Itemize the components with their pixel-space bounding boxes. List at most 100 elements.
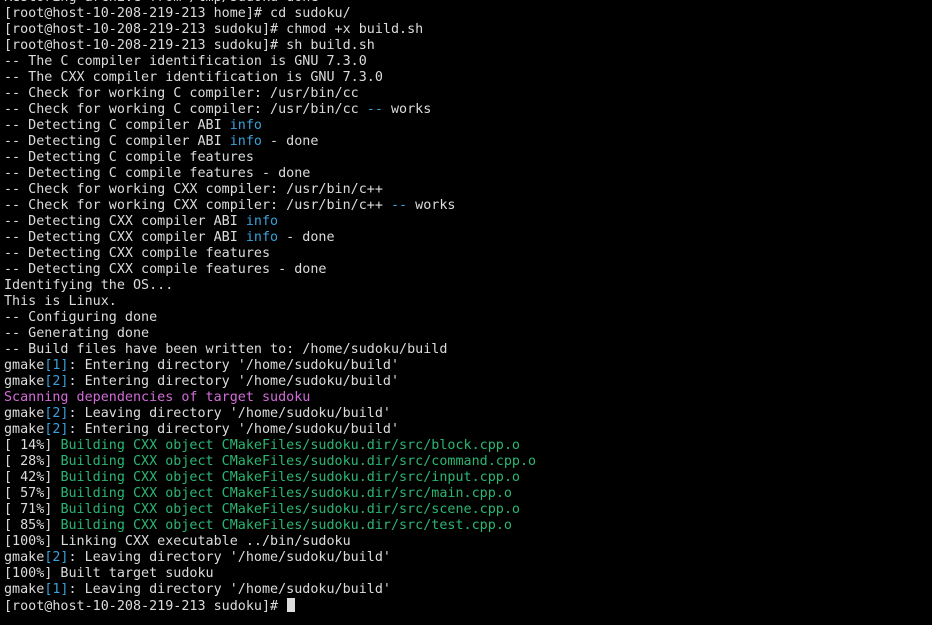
terminal-line: -- Detecting CXX compiler ABI info - don… (4, 230, 928, 246)
terminal-line: [100%] Built target sudoku (4, 566, 928, 582)
terminal-text-segment: -- Detecting C compile features (4, 150, 254, 165)
terminal-text-segment: gmake (4, 374, 45, 389)
terminal-cursor[interactable] (287, 598, 296, 612)
terminal-text-segment: works (407, 198, 456, 213)
terminal-line: -- Detecting C compile features - done (4, 166, 928, 182)
terminal-text-segment: [ 28%] (4, 454, 61, 469)
terminal-line: -- The CXX compiler identification is GN… (4, 70, 928, 86)
terminal-text-segment: [ 42%] (4, 470, 61, 485)
terminal-line: Identifying the OS... (4, 278, 928, 294)
terminal-text-segment: -- Detecting CXX compiler ABI (4, 230, 246, 245)
terminal-line: [ 71%] Building CXX object CMakeFiles/su… (4, 502, 928, 518)
terminal-line: [root@host-10-208-219-213 home]# cd sudo… (4, 6, 928, 22)
terminal-text-segment: info (229, 134, 262, 149)
terminal-line: [ 42%] Building CXX object CMakeFiles/su… (4, 470, 928, 486)
terminal-line: gmake[2]: Leaving directory '/home/sudok… (4, 550, 928, 566)
terminal-text-segment: - done (278, 230, 335, 245)
terminal-line: This is Linux. (4, 294, 928, 310)
terminal-line: -- Detecting C compile features (4, 150, 928, 166)
terminal-line: [ 14%] Building CXX object CMakeFiles/su… (4, 438, 928, 454)
terminal-text-segment: : Entering directory '/home/sudoku/build… (68, 374, 400, 389)
terminal-text-segment: [1] (44, 582, 69, 597)
terminal-text-segment: -- Detecting CXX compiler ABI (4, 214, 246, 229)
terminal-text-segment: [100%] (4, 534, 61, 549)
terminal-line: -- Detecting C compiler ABI info - done (4, 134, 928, 150)
terminal-text-segment: Building CXX object CMakeFiles/sudoku.di… (60, 470, 520, 485)
terminal-line: gmake[1]: Leaving directory '/home/sudok… (4, 582, 928, 598)
terminal-line: -- Check for working C compiler: /usr/bi… (4, 102, 928, 118)
terminal-text-segment: -- Check for working C compiler: /usr/bi… (4, 102, 367, 117)
terminal-text-segment: info (245, 214, 279, 229)
terminal-text-segment: [root@host-10-208-219-213 sudoku]# chmod… (4, 22, 424, 37)
terminal-line: [root@host-10-208-219-213 sudoku]# sh bu… (4, 38, 928, 54)
terminal-text-segment: -- Detecting CXX compile features - done (4, 262, 327, 277)
terminal-line: [ 85%] Building CXX object CMakeFiles/su… (4, 518, 928, 534)
terminal-line: Scanning dependencies of target sudoku (4, 390, 928, 406)
terminal-text-segment: [ 57%] (4, 486, 61, 501)
terminal-text-segment: info (245, 230, 279, 245)
terminal-text-segment: -- The CXX compiler identification is GN… (4, 70, 383, 85)
terminal-line: [ 57%] Building CXX object CMakeFiles/su… (4, 486, 928, 502)
terminal-text-segment: [ 85%] (4, 518, 61, 533)
terminal-text-segment: [1] (44, 358, 69, 373)
terminal-text-segment: [root@host-10-208-219-213 sudoku]# sh bu… (4, 38, 375, 53)
terminal-line: -- Generating done (4, 326, 928, 342)
terminal-output[interactable]: Restoring archive from /tmp/sudoku done[… (4, 0, 928, 614)
terminal-text-segment: [root@host-10-208-219-213 home]# cd sudo… (4, 6, 351, 21)
terminal-text-segment: gmake (4, 422, 45, 437)
terminal-text-segment: -- Generating done (4, 326, 150, 341)
terminal-text-segment: gmake (4, 582, 45, 597)
terminal-line: -- Build files have been written to: /ho… (4, 342, 928, 358)
terminal-text-segment: : Leaving directory '/home/sudoku/build' (68, 550, 391, 565)
terminal-line: [ 28%] Building CXX object CMakeFiles/su… (4, 454, 928, 470)
terminal-text-segment: [ 71%] (4, 502, 61, 517)
terminal-line: [100%] Linking CXX executable ../bin/sud… (4, 534, 928, 550)
terminal-text-segment: -- Detecting C compiler ABI (4, 118, 230, 133)
terminal-text-segment: [100%] Built target sudoku (4, 566, 214, 581)
terminal-line: gmake[1]: Entering directory '/home/sudo… (4, 358, 928, 374)
terminal-line: -- Check for working C compiler: /usr/bi… (4, 86, 928, 102)
terminal-line: -- The C compiler identification is GNU … (4, 54, 928, 70)
terminal-text-segment: -- (366, 102, 383, 117)
terminal-text-segment: -- Configuring done (4, 310, 158, 325)
terminal-text-segment: -- Check for working CXX compiler: /usr/… (4, 182, 383, 197)
terminal-text-segment: gmake (4, 550, 45, 565)
terminal-text-segment: Identifying the OS... (4, 278, 174, 293)
terminal-text-segment: : Entering directory '/home/sudoku/build… (68, 422, 400, 437)
terminal-text-segment: This is Linux. (4, 294, 117, 309)
terminal-text-segment: [2] (44, 422, 69, 437)
terminal-text-segment: [2] (44, 374, 69, 389)
terminal-text-segment: gmake (4, 406, 45, 421)
terminal-text-segment: Building CXX object CMakeFiles/sudoku.di… (60, 518, 512, 533)
terminal-text-segment: Building CXX object CMakeFiles/sudoku.di… (60, 486, 512, 501)
terminal-line: -- Detecting CXX compile features - done (4, 262, 928, 278)
terminal-line: -- Check for working CXX compiler: /usr/… (4, 198, 928, 214)
terminal-text-segment: [ 14%] (4, 438, 61, 453)
terminal-text-segment: Building CXX object CMakeFiles/sudoku.di… (60, 438, 520, 453)
terminal-text-segment: Linking CXX executable ../bin/sudoku (60, 534, 351, 549)
terminal-text-segment: -- Detecting C compiler ABI (4, 134, 230, 149)
terminal-text-segment: gmake (4, 358, 45, 373)
terminal-line: -- Check for working CXX compiler: /usr/… (4, 182, 928, 198)
terminal-line: gmake[2]: Entering directory '/home/sudo… (4, 422, 928, 438)
terminal-text-segment: [2] (44, 406, 69, 421)
terminal-text-segment: Scanning dependencies of target sudoku (4, 390, 311, 405)
terminal-text-segment: -- Check for working C compiler: /usr/bi… (4, 86, 359, 101)
terminal-line: -- Detecting CXX compile features (4, 246, 928, 262)
terminal-line: -- Detecting CXX compiler ABI info (4, 214, 928, 230)
terminal-text-segment: - done (261, 134, 319, 149)
terminal-line: gmake[2]: Entering directory '/home/sudo… (4, 374, 928, 390)
terminal-text-segment: -- Detecting CXX compile features (4, 246, 271, 261)
terminal-text-segment: : Leaving directory '/home/sudoku/build' (68, 582, 391, 597)
terminal-text-segment: -- The C compiler identification is GNU … (4, 54, 367, 69)
terminal-text-segment: -- Detecting C compile features - done (4, 166, 311, 181)
terminal-text-segment: -- Check for working CXX compiler: /usr/… (4, 198, 391, 213)
terminal-text-segment: Restoring archive from /tmp/sudoku done (4, 0, 318, 5)
terminal-line: -- Detecting C compiler ABI info (4, 118, 928, 134)
terminal-line: [root@host-10-208-219-213 sudoku]# (4, 598, 928, 614)
terminal-text-segment: info (229, 118, 262, 133)
terminal-line: [root@host-10-208-219-213 sudoku]# chmod… (4, 22, 928, 38)
terminal-text-segment: : Entering directory '/home/sudoku/build… (68, 358, 400, 373)
terminal-text-segment: works (382, 102, 432, 117)
terminal-text-segment: [root@host-10-208-219-213 sudoku]# (4, 599, 287, 614)
